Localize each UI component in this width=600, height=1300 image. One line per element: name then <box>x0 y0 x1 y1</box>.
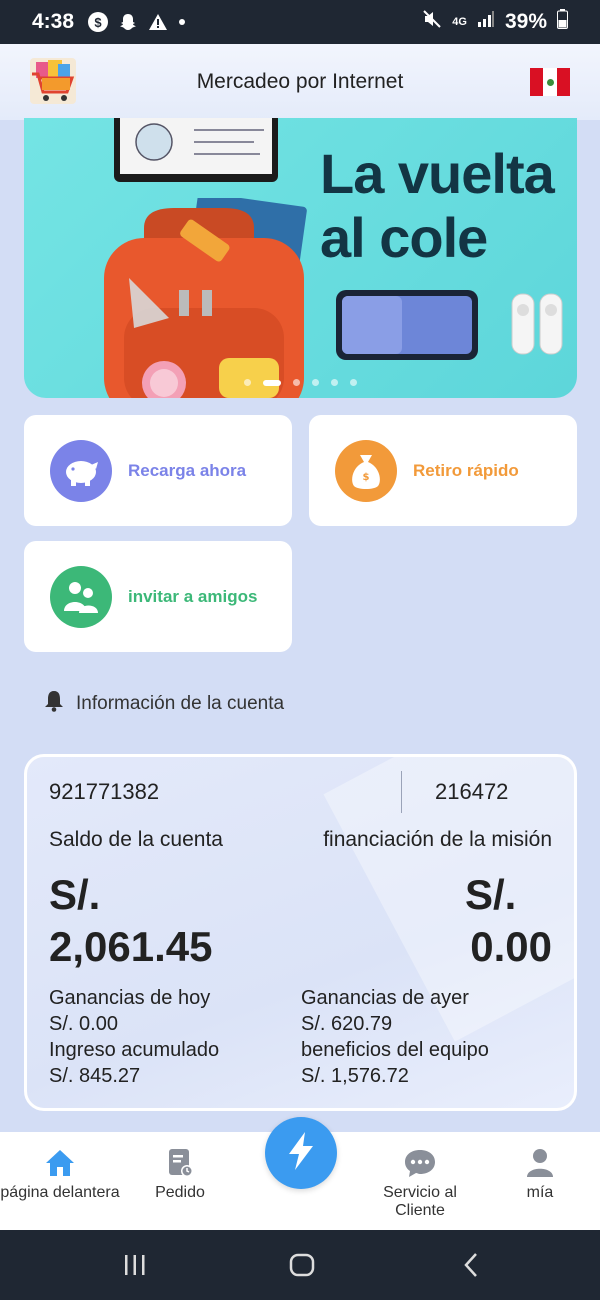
carousel-dot-active[interactable] <box>263 379 281 386</box>
yesterday-earnings-value: S/. 620.79 <box>301 1013 393 1035</box>
accumulated-label: Ingreso acumulado <box>49 1039 220 1061</box>
account-code: 216472 <box>435 779 509 804</box>
carousel-dot[interactable] <box>350 379 357 386</box>
backpack-illustration <box>104 208 304 398</box>
balance-label: Saldo de la cuenta <box>49 828 223 851</box>
withdraw-button[interactable]: $ Retiro rápido <box>309 415 577 526</box>
nav-support-label: Servicio al Cliente <box>383 1184 457 1219</box>
account-info-heading: Información de la cuenta <box>44 690 284 718</box>
carousel-dot[interactable] <box>331 379 338 386</box>
nav-home-label: página delantera <box>0 1184 120 1201</box>
tablet-illustration <box>114 118 278 182</box>
order-icon <box>120 1146 240 1180</box>
nav-support[interactable]: Servicio al Cliente <box>360 1146 480 1220</box>
home-system-icon[interactable] <box>288 1250 316 1285</box>
today-earnings-value: S/. 0.00 <box>49 1013 118 1035</box>
lightning-icon <box>284 1130 318 1177</box>
page-title: Mercadeo por Internet <box>196 70 404 93</box>
carousel-dots[interactable] <box>24 379 577 386</box>
svg-text:$: $ <box>363 472 370 483</box>
nav-home[interactable]: página delantera <box>0 1146 120 1202</box>
carousel-dot[interactable] <box>293 379 300 386</box>
account-id: 921771382 <box>49 779 160 804</box>
user-icon <box>480 1146 600 1180</box>
nav-orders[interactable]: Pedido <box>120 1146 240 1202</box>
network-label: 4G <box>452 16 467 28</box>
banner-headline: La vuelta al cole <box>320 142 555 269</box>
team-benefits-label: beneficios del equipo <box>301 1039 489 1061</box>
cart-logo-icon[interactable] <box>28 56 78 106</box>
account-card: 921771382 216472 Saldo de la cuenta fina… <box>24 754 577 1111</box>
recharge-button[interactable]: Recarga ahora <box>24 415 292 526</box>
yesterday-earnings-label: Ganancias de ayer <box>301 987 469 1009</box>
signal-icon <box>477 10 495 34</box>
balance-amount: 2,061.45 <box>49 923 213 970</box>
money-bag-icon: $ <box>335 439 397 502</box>
status-bar: 4:38 $ 4G 39% <box>0 0 600 44</box>
back-icon[interactable] <box>460 1250 484 1285</box>
divider <box>401 771 402 813</box>
phone-illustration <box>336 290 478 360</box>
snapchat-icon <box>118 12 138 32</box>
recent-apps-icon[interactable] <box>122 1250 148 1285</box>
accumulated-value: S/. 845.27 <box>49 1065 141 1087</box>
users-icon <box>50 565 112 628</box>
status-time: 4:38 <box>32 10 75 33</box>
dot-icon <box>178 18 186 26</box>
battery-icon <box>557 9 568 35</box>
invite-label: invitar a amigos <box>128 586 258 606</box>
withdraw-label: Retiro rápido <box>413 460 519 480</box>
mission-currency: S/. <box>465 871 517 918</box>
mute-icon <box>422 9 442 35</box>
today-earnings-label: Ganancias de hoy <box>49 987 211 1009</box>
invite-friends-button[interactable]: invitar a amigos <box>24 541 292 652</box>
account-info-title: Información de la cuenta <box>76 693 285 714</box>
balance-currency: S/. <box>49 871 101 918</box>
warning-icon <box>148 12 168 32</box>
app-header: Mercadeo por Internet <box>0 44 600 120</box>
quick-action-button[interactable] <box>265 1117 337 1189</box>
chat-icon <box>360 1146 480 1180</box>
piggy-bank-icon <box>50 439 112 502</box>
system-nav-bar <box>0 1230 600 1300</box>
home-icon <box>0 1146 120 1180</box>
recharge-label: Recarga ahora <box>128 460 247 480</box>
nav-orders-label: Pedido <box>155 1184 205 1201</box>
mission-label: financiación de la misión <box>323 828 552 851</box>
s-app-icon: $ <box>88 12 109 32</box>
team-benefits-value: S/. 1,576.72 <box>301 1065 409 1087</box>
bell-icon <box>44 690 64 718</box>
earbuds-illustration <box>511 293 563 355</box>
carousel-dot[interactable] <box>244 379 251 386</box>
carousel-dot[interactable] <box>312 379 319 386</box>
nav-mine[interactable]: mía <box>480 1146 600 1202</box>
battery-percent: 39% <box>504 10 547 33</box>
peru-flag-icon[interactable] <box>530 68 570 96</box>
nav-mine-label: mía <box>526 1184 554 1201</box>
mission-amount: 0.00 <box>470 923 552 970</box>
promo-banner[interactable]: La vuelta al cole <box>24 118 577 398</box>
